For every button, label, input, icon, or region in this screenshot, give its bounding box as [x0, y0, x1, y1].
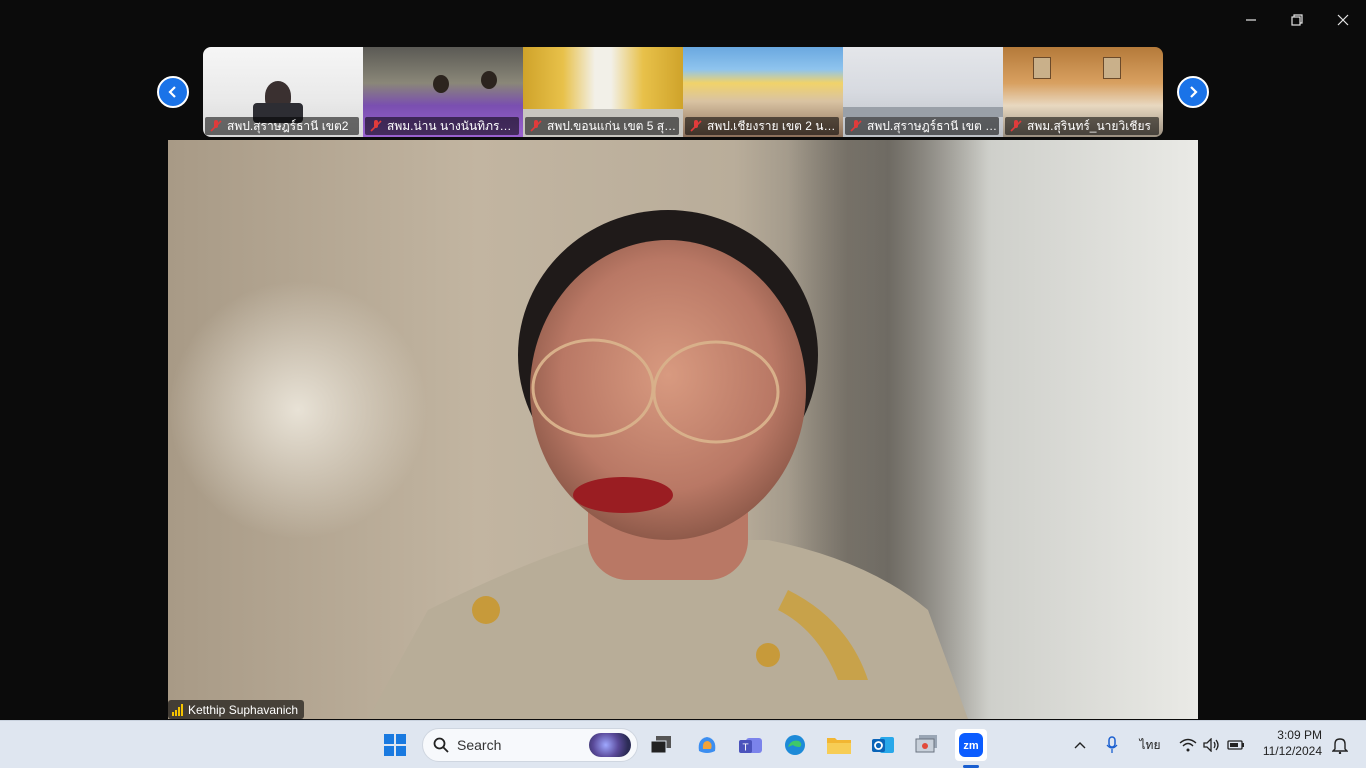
- restore-button[interactable]: [1274, 0, 1320, 40]
- copilot-button[interactable]: [691, 729, 723, 761]
- microphone-icon: [1106, 736, 1118, 753]
- copilot-icon: [698, 737, 716, 753]
- muted-mic-icon: [530, 120, 542, 132]
- close-button[interactable]: [1320, 0, 1366, 40]
- battery-icon: [1227, 740, 1244, 750]
- close-icon: [1337, 14, 1349, 26]
- teams-button[interactable]: T: [735, 729, 767, 761]
- teams-icon: T: [739, 738, 762, 754]
- search-highlight-image: [589, 733, 631, 757]
- notifications-button[interactable]: [1330, 733, 1350, 757]
- start-icon: [384, 734, 406, 756]
- language-indicator[interactable]: ไทย: [1138, 733, 1162, 757]
- taskbar-clock[interactable]: 3:09 PM 11/12/2024: [1263, 727, 1322, 759]
- participant-name-label: สพป.เชียงราย เขต 2 นาย...: [685, 117, 839, 135]
- participant-name-label: สพป.สุราษฎร์ธานี เขต 1_...: [845, 117, 999, 135]
- minimize-icon: [1246, 19, 1256, 21]
- volume-icon: [1203, 738, 1219, 752]
- minimize-button[interactable]: [1228, 0, 1274, 40]
- chevron-left-icon: [168, 86, 176, 98]
- muted-mic-icon: [690, 120, 702, 132]
- speaker-figure: [368, 210, 968, 719]
- chevron-up-icon: [1074, 742, 1086, 749]
- muted-mic-icon: [850, 120, 862, 132]
- participant-name-label: สพป.สุราษฎร์ธานี เขต2: [205, 117, 359, 135]
- notification-bell-icon: [1332, 738, 1348, 754]
- participant-name-label: สพม.น่าน นางนันทิภรณ์ ...: [365, 117, 519, 135]
- show-hidden-icons-button[interactable]: [1070, 733, 1090, 757]
- search-placeholder: Search: [457, 737, 502, 753]
- taskbar: Search T zm ไทย 3:09 PM 11/12/2024: [0, 720, 1366, 768]
- zoom-icon: zm: [959, 733, 983, 757]
- clock-time: 3:09 PM: [1277, 728, 1322, 742]
- active-speaker-name: Ketthip Suphavanich: [188, 702, 299, 717]
- muted-mic-icon: [1010, 120, 1022, 132]
- chevron-right-icon: [1190, 86, 1198, 98]
- file-explorer-button[interactable]: [823, 729, 855, 761]
- zoom-button[interactable]: zm: [955, 729, 987, 761]
- participant-tile[interactable]: สพป.เชียงราย เขต 2 นาย...: [683, 47, 843, 137]
- gallery-prev-button[interactable]: [157, 76, 189, 108]
- file-explorer-icon: [827, 738, 851, 754]
- remote-desktop-button[interactable]: [911, 729, 943, 761]
- edge-button[interactable]: [779, 729, 811, 761]
- taskbar-search-box[interactable]: Search: [422, 728, 638, 762]
- window-controls: [1228, 0, 1366, 40]
- remote-desktop-icon: [915, 735, 937, 753]
- participant-tile[interactable]: สพป.ขอนแก่น เขต 5 สุระ...: [523, 47, 683, 137]
- svg-text:zm: zm: [963, 740, 979, 752]
- outlook-icon: [872, 737, 894, 753]
- active-speaker-video: [168, 140, 1198, 719]
- restore-icon: [1291, 14, 1303, 26]
- participant-gallery: สพป.สุราษฎร์ธานี เขต2 สพม.น่าน นางนันทิภ…: [203, 47, 1163, 137]
- task-view-button[interactable]: [645, 729, 677, 761]
- participant-tile[interactable]: สพป.สุราษฎร์ธานี เขต2: [203, 47, 363, 137]
- participant-name-label: สพป.ขอนแก่น เขต 5 สุระ...: [525, 117, 679, 135]
- edge-icon: [785, 735, 805, 755]
- gallery-next-button[interactable]: [1177, 76, 1209, 108]
- wifi-icon: [1179, 738, 1197, 752]
- svg-text:T: T: [742, 743, 748, 754]
- task-view-icon: [650, 736, 671, 754]
- search-icon: [433, 737, 449, 753]
- start-button[interactable]: [379, 729, 411, 761]
- participant-name-label: สพม.สุรินทร์_นายวิเชียร: [1005, 117, 1159, 135]
- participant-tile[interactable]: สพม.สุรินทร์_นายวิเชียร: [1003, 47, 1163, 137]
- microphone-button[interactable]: [1102, 733, 1122, 757]
- participant-tile[interactable]: สพม.น่าน นางนันทิภรณ์ ...: [363, 47, 523, 137]
- muted-mic-icon: [210, 120, 222, 132]
- clock-date: 11/12/2024: [1262, 744, 1322, 758]
- muted-mic-icon: [370, 120, 382, 132]
- signal-bars-icon: [172, 703, 183, 716]
- participant-tile[interactable]: สพป.สุราษฎร์ธานี เขต 1_...: [843, 47, 1003, 137]
- outlook-button[interactable]: [867, 729, 899, 761]
- active-speaker-name-label: Ketthip Suphavanich: [168, 700, 305, 719]
- quick-settings-button[interactable]: [1176, 733, 1248, 757]
